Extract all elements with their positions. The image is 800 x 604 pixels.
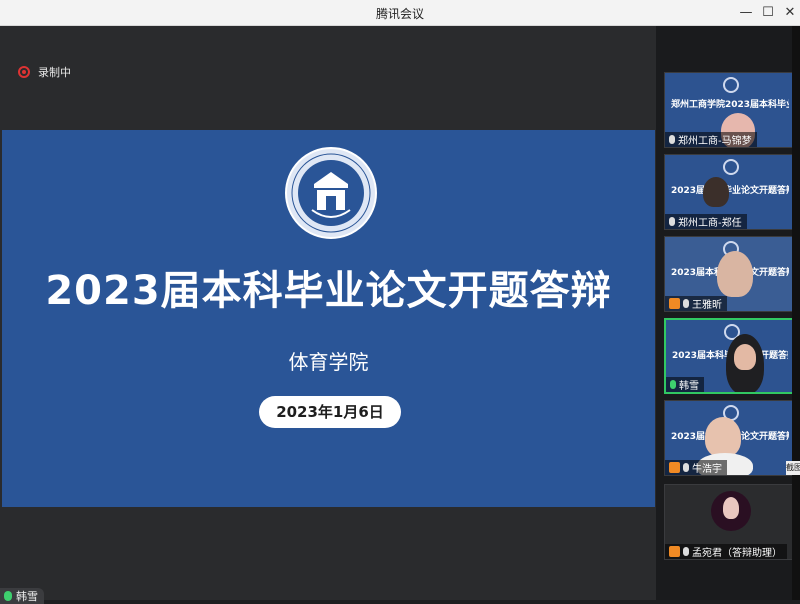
participant-label: 韩雪 [666,377,704,392]
title-bar: 腾讯会议 — ☐ ✕ [0,0,800,26]
close-icon[interactable]: ✕ [780,3,800,23]
participant-video [705,417,741,457]
participant-video [703,177,729,207]
university-emblem [285,147,377,239]
window-title: 腾讯会议 [375,7,424,21]
sidebar-scrollbar[interactable] [792,26,800,600]
participant-video [717,251,753,297]
microphone-icon [683,463,689,472]
participant-name: 郑州工商-马锦梦 [678,136,752,147]
participant-label: 孟宛君（答辩助理） [665,544,787,559]
slide-date-badge: 2023年1月6日 [259,396,401,428]
recording-indicator[interactable]: 录制中 [18,64,71,80]
tile-slide-text: 郑州工商学院2023届本科毕业论文开题答辩 [671,100,789,110]
slide-subtitle: 体育学院 [288,350,369,374]
microphone-icon [669,135,675,144]
tile-slide-text: 2023届本科毕业论文开题答辩 [671,186,789,196]
participant-name: 韩雪 [679,381,699,392]
participant-label: 王雅昕 [665,296,727,311]
participant-tile[interactable]: 2023届本科毕业论文开题答辩 郑州工商-郑任 [664,154,796,230]
participant-label: 郑州工商-郑任 [665,214,747,229]
participant-label: 牛浩宇 [665,460,727,475]
participant-tile[interactable]: 2023届本科毕业论文开题答辩 牛浩宇 [664,400,796,476]
active-speaker-tag: 韩雪 [0,588,44,604]
host-icon [669,546,680,557]
participant-name: 郑州工商-郑任 [678,218,742,229]
participant-name: 王雅昕 [692,300,722,311]
slide-title: 2023届本科毕业论文开题答辩 [45,268,612,314]
participant-label: 郑州工商-马锦梦 [665,132,757,147]
participant-tile[interactable]: 孟宛君（答辩助理） [664,484,796,560]
participant-sidebar[interactable]: 郑州工商学院2023届本科毕业论文开题答辩 郑州工商-马锦梦 2023届本科毕业… [656,26,800,600]
university-emblem [723,159,739,175]
host-icon [669,298,680,309]
microphone-icon [670,380,676,389]
participant-tile-active[interactable]: 2023届本科毕业论文开题答辩 韩雪 [664,318,796,394]
screenshot-tag[interactable]: 截图 [786,461,800,475]
participant-name: 孟宛君（答辩助理） [692,548,782,559]
university-emblem [723,77,739,93]
participant-tile[interactable]: 郑州工商学院2023届本科毕业论文开题答辩 郑州工商-马锦梦 [664,72,796,148]
microphone-icon [683,299,689,308]
microphone-icon [669,217,675,226]
maximize-icon[interactable]: ☐ [758,3,778,23]
participant-tile[interactable]: 2023届本科毕业论文开题答辩 王雅昕 [664,236,796,312]
minimize-icon[interactable]: — [736,3,756,23]
recording-label: 录制中 [38,66,71,79]
record-icon [18,66,30,78]
main-stage: 录制中 2023届本科毕业论文开题答辩 体育学院 2023年1月6日 韩雪 [0,26,656,604]
shared-slide: 2023届本科毕业论文开题答辩 体育学院 2023年1月6日 [2,130,655,507]
participant-face [734,344,756,370]
participant-avatar-face [723,497,739,519]
host-icon [669,462,680,473]
active-speaker-name: 韩雪 [16,590,38,603]
microphone-icon [683,547,689,556]
participant-name: 牛浩宇 [692,464,722,475]
